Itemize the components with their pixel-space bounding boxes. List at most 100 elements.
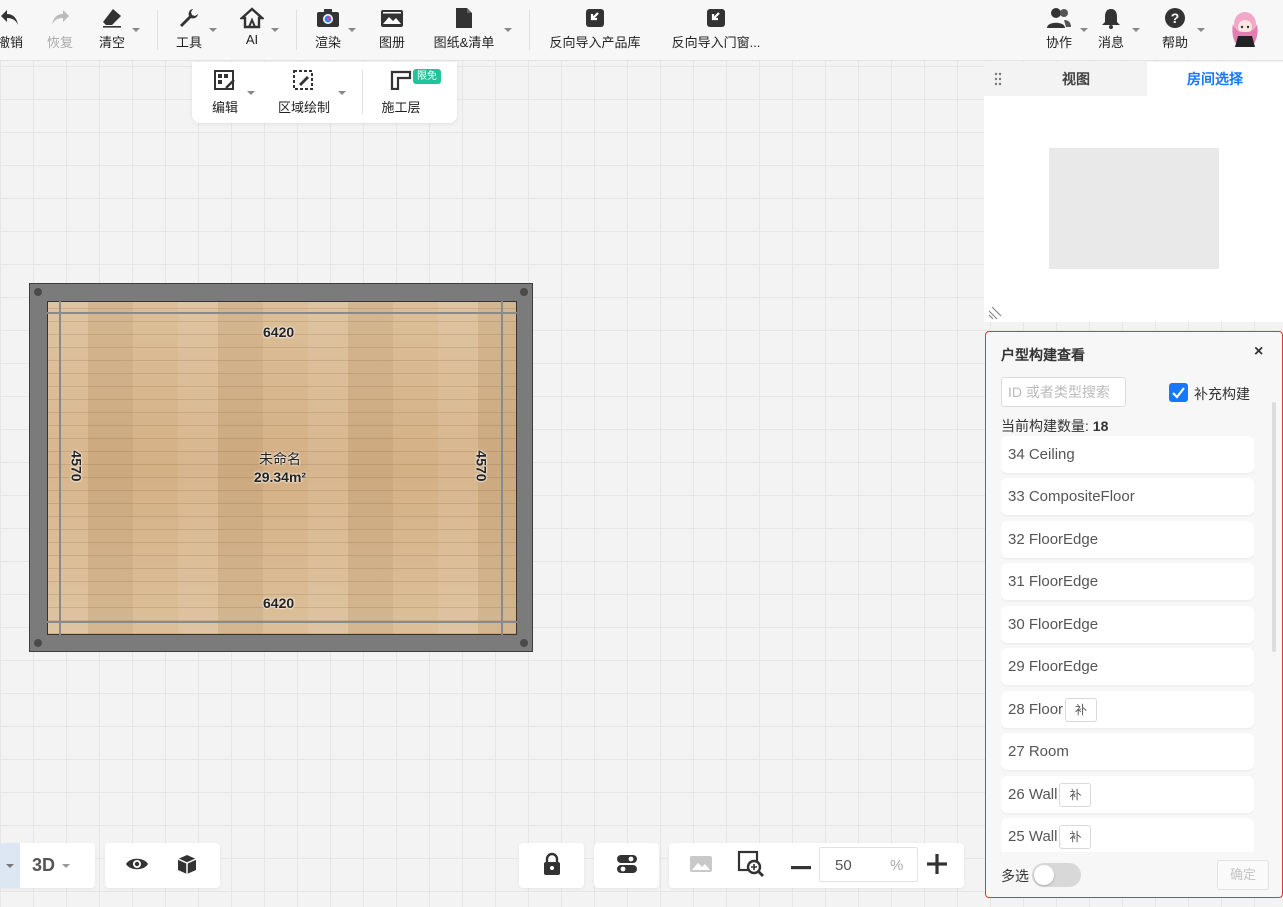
image-button[interactable] xyxy=(685,843,717,888)
floor-plan-room[interactable]: 6420 6420 4570 4570 未命名 29.34m² xyxy=(29,283,533,652)
user-avatar[interactable] xyxy=(1228,10,1262,48)
confirm-button[interactable]: 确定 xyxy=(1217,860,1269,890)
messages-button[interactable]: 消息 xyxy=(1095,6,1127,54)
multi-select-toggle[interactable] xyxy=(1032,863,1081,887)
list-item[interactable]: 29 FloorEdge xyxy=(1001,648,1254,685)
plus-icon xyxy=(927,854,947,877)
checkmark-icon xyxy=(1172,387,1185,399)
drag-handle-icon[interactable] xyxy=(994,72,1002,86)
help-button[interactable]: ? 帮助 xyxy=(1159,6,1191,54)
zoom-level-value: 50 xyxy=(835,857,852,874)
list-scrollbar[interactable] xyxy=(1272,402,1276,652)
list-item[interactable]: 28 Floor 补 xyxy=(1001,691,1254,728)
room-name-label: 未命名 29.34m² xyxy=(230,449,330,485)
tools-dropdown-caret[interactable] xyxy=(209,28,217,32)
zoom-out-button[interactable] xyxy=(786,843,816,888)
count-value: 18 xyxy=(1092,418,1109,434)
corner-node[interactable] xyxy=(34,639,42,647)
lock-button[interactable] xyxy=(519,843,584,888)
list-item[interactable]: 32 FloorEdge xyxy=(1001,521,1254,558)
right-dimension-label: 4570 xyxy=(473,450,490,482)
top-dimension-label: 6420 xyxy=(263,324,295,340)
toolbar-divider xyxy=(529,10,530,50)
zoom-level-unit: % xyxy=(890,857,904,874)
import-arrow-icon xyxy=(706,6,726,30)
3d-dropdown-caret[interactable] xyxy=(62,864,70,868)
room-name: 未命名 xyxy=(259,451,301,467)
room-area: 29.34m² xyxy=(253,469,307,485)
tab-room-select[interactable]: 房间选择 xyxy=(1147,62,1283,96)
free-badge: 限免 xyxy=(413,69,441,84)
list-item[interactable]: 30 FloorEdge xyxy=(1001,606,1254,643)
supplement-tag: 补 xyxy=(1059,782,1092,807)
corner-node[interactable] xyxy=(34,288,42,296)
list-item-label: 27 Room xyxy=(1008,743,1069,760)
region-draw-button[interactable]: 区域绘制 xyxy=(276,70,332,116)
redo-label: 恢复 xyxy=(46,35,73,50)
help-label: 帮助 xyxy=(1161,35,1188,50)
clear-button[interactable]: 清空 xyxy=(96,6,128,54)
ai-button[interactable]: AI xyxy=(238,6,266,54)
construction-layer-label: 施工层 xyxy=(381,100,421,115)
2d-view-button[interactable] xyxy=(0,843,20,888)
redo-button[interactable]: 恢复 xyxy=(44,6,76,54)
drawings-list-button[interactable]: 图纸&清单 xyxy=(429,6,499,54)
3d-object-button[interactable] xyxy=(168,843,206,888)
construction-layer-icon xyxy=(390,70,412,93)
room-thumbnail[interactable] xyxy=(1049,148,1219,269)
collaborate-button[interactable]: 协作 xyxy=(1043,6,1075,54)
corner-node[interactable] xyxy=(520,288,528,296)
render-dropdown-caret[interactable] xyxy=(348,28,356,32)
eraser-icon xyxy=(101,6,123,30)
list-item[interactable]: 33 CompositeFloor xyxy=(1001,478,1254,515)
3d-view-button[interactable]: 3D xyxy=(32,855,55,876)
drawings-dropdown-caret[interactable] xyxy=(504,28,512,32)
undo-button[interactable]: 撤销 xyxy=(0,6,28,54)
supplement-checkbox[interactable] xyxy=(1169,383,1188,402)
count-label: 当前构建数量: xyxy=(1001,418,1089,434)
list-item[interactable]: 27 Room xyxy=(1001,733,1254,770)
zoom-fit-icon xyxy=(737,850,765,881)
settings-toggle-button[interactable] xyxy=(594,843,659,888)
resize-handle-icon[interactable] xyxy=(988,306,1002,320)
list-item[interactable]: 34 Ceiling xyxy=(1001,436,1254,473)
album-label: 图册 xyxy=(378,35,405,50)
supplement-tag: 补 xyxy=(1059,824,1092,849)
collaborate-dropdown-caret[interactable] xyxy=(1080,28,1088,32)
list-item[interactable]: 25 Wall 补 xyxy=(1001,818,1254,852)
left-dimension-label: 4570 xyxy=(68,450,85,482)
multi-select-label: 多选 xyxy=(1001,868,1029,884)
region-draw-dropdown-caret[interactable] xyxy=(338,91,346,95)
zoom-in-button[interactable] xyxy=(922,843,952,888)
list-item[interactable]: 26 Wall 补 xyxy=(1001,776,1254,813)
list-item[interactable]: 31 FloorEdge xyxy=(1001,563,1254,600)
close-icon[interactable]: × xyxy=(1254,343,1263,361)
reverse-import-door-label: 反向导入门窗... xyxy=(671,35,761,50)
ai-dropdown-caret[interactable] xyxy=(271,28,279,32)
reverse-import-product-button[interactable]: 反向导入产品库 xyxy=(545,6,645,54)
zoom-level-input[interactable]: 50 % xyxy=(819,847,918,882)
list-item-label: 25 Wall xyxy=(1008,828,1058,845)
tab-view[interactable]: 视图 xyxy=(1004,62,1148,96)
search-input[interactable] xyxy=(1001,377,1126,407)
reverse-import-door-button[interactable]: 反向导入门窗... xyxy=(666,6,766,54)
visibility-button[interactable] xyxy=(118,843,156,888)
panel-title: 户型构建查看 xyxy=(1001,347,1085,363)
bottom-dimension-line xyxy=(47,621,517,623)
messages-dropdown-caret[interactable] xyxy=(1132,28,1140,32)
list-item-label: 32 FloorEdge xyxy=(1008,531,1099,548)
top-dimension-line xyxy=(47,312,517,314)
corner-node[interactable] xyxy=(520,639,528,647)
album-button[interactable]: 图册 xyxy=(376,6,408,54)
lock-control xyxy=(519,843,584,888)
clear-dropdown-caret[interactable] xyxy=(132,28,140,32)
toolbar-divider xyxy=(157,10,158,50)
edit-dropdown-caret[interactable] xyxy=(247,91,255,95)
left-dimension-line xyxy=(59,301,61,635)
render-button[interactable]: 渲染 xyxy=(312,6,344,54)
zoom-fit-button[interactable] xyxy=(735,843,767,888)
region-draw-label: 区域绘制 xyxy=(277,100,330,115)
help-dropdown-caret[interactable] xyxy=(1197,28,1205,32)
edit-button[interactable]: 编辑 xyxy=(210,70,240,116)
tools-button[interactable]: 工具 xyxy=(173,6,205,54)
